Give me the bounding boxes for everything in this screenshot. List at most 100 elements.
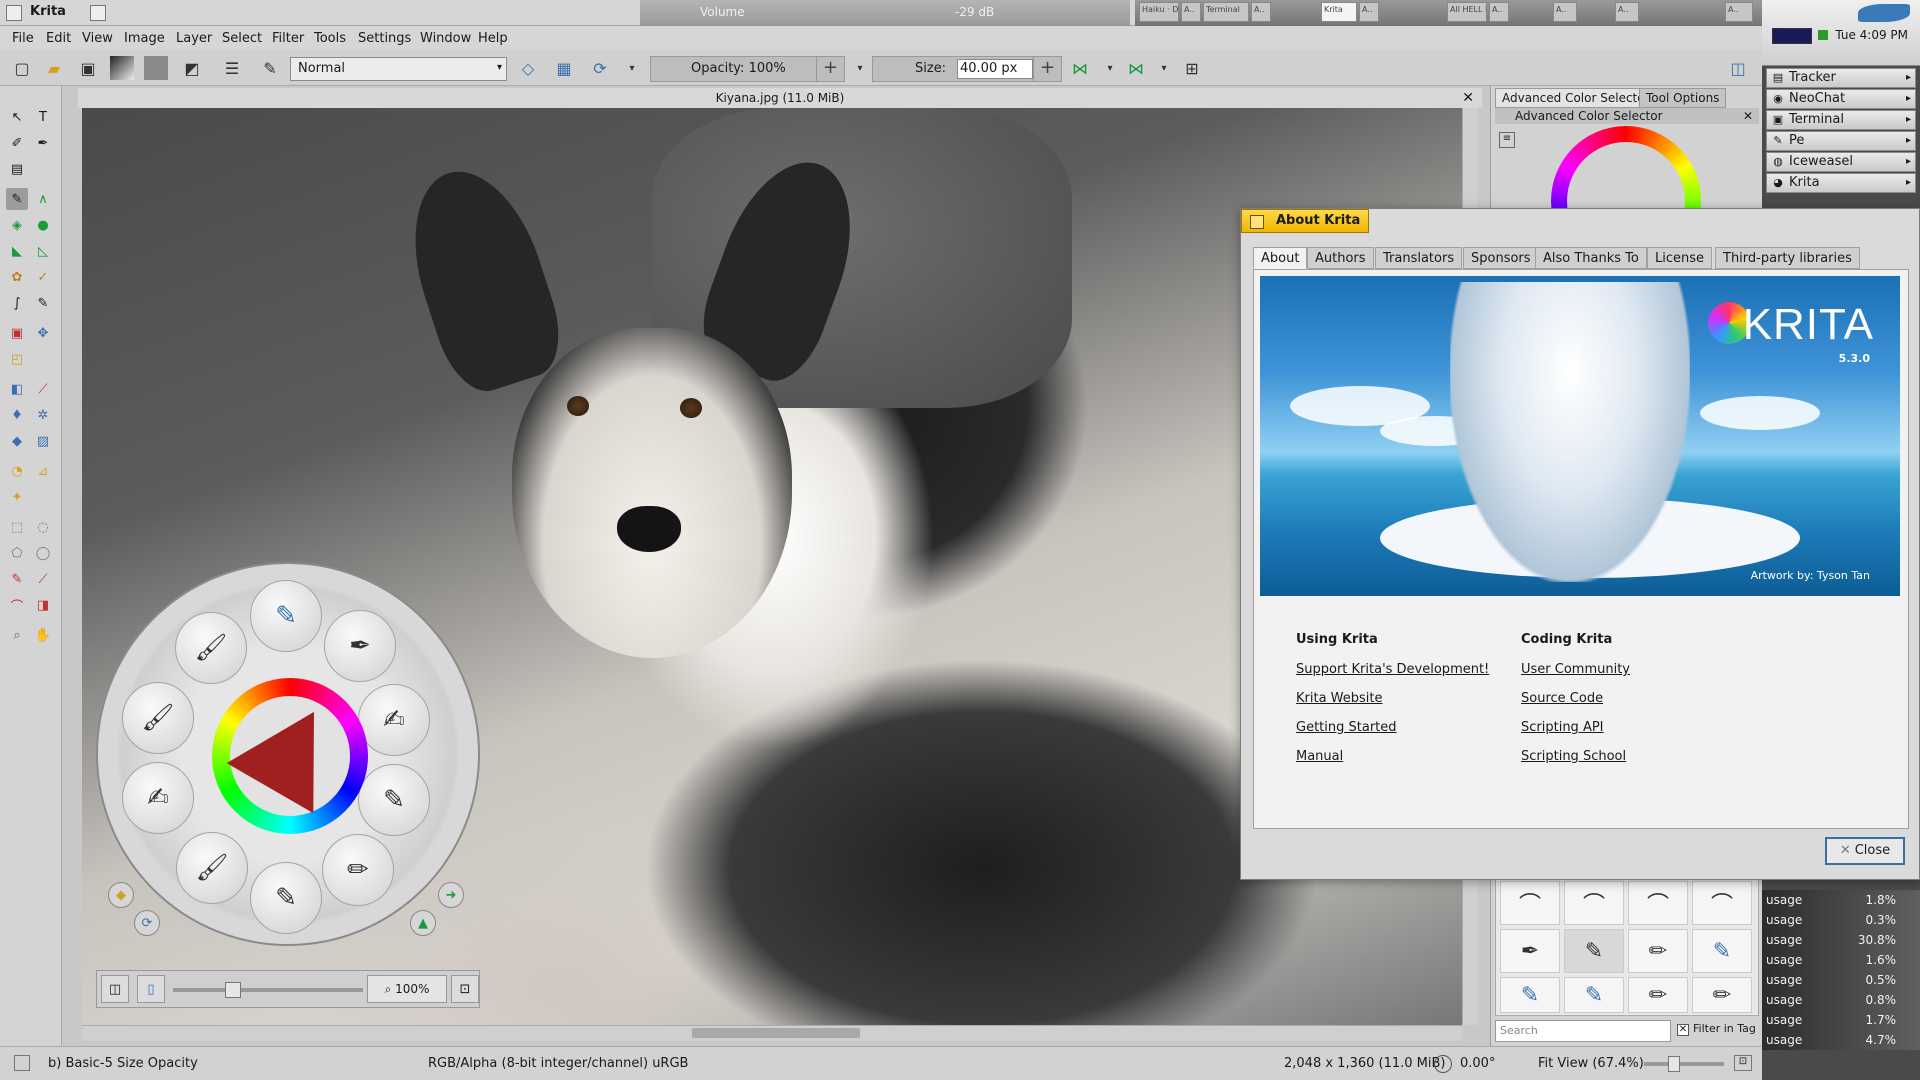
assistant-icon[interactable]: ▤: [6, 158, 28, 180]
scrollbar-thumb[interactable]: [692, 1028, 860, 1038]
color-swap-icon[interactable]: ◩: [180, 56, 204, 80]
new-document-icon[interactable]: ▢: [10, 56, 34, 80]
gradient-icon[interactable]: [110, 56, 134, 80]
workspace-icon[interactable]: ◫: [1726, 56, 1750, 80]
brush-preset[interactable]: ✒: [1500, 929, 1560, 973]
blend-mode-select[interactable]: Normal ▾: [290, 57, 507, 81]
tab-advanced-color-selector[interactable]: Advanced Color Selector: [1495, 88, 1657, 108]
zoom-slider-handle[interactable]: [1668, 1056, 1680, 1072]
freehand-select-icon[interactable]: ◯: [32, 542, 54, 564]
launcher-pe[interactable]: ✎ Pe ▸: [1766, 131, 1916, 151]
link-krita-website[interactable]: Krita Website: [1296, 691, 1383, 706]
smart-patch-icon[interactable]: ●: [32, 214, 54, 236]
brush-preset-slot[interactable]: 🖌: [175, 612, 247, 684]
menu-view[interactable]: View: [82, 31, 113, 46]
brush-preset-slot[interactable]: ✍: [358, 684, 430, 756]
leaf-logo-icon[interactable]: [1858, 4, 1910, 22]
freehand-path-icon[interactable]: ∫: [6, 292, 28, 314]
tag-icon[interactable]: ◆: [108, 882, 134, 908]
link-scripting-school[interactable]: Scripting School: [1521, 749, 1626, 764]
link-support-development[interactable]: Support Krita's Development!: [1296, 662, 1489, 677]
arrow-right-icon[interactable]: ➜: [438, 882, 464, 908]
magnetic-select-icon[interactable]: ◨: [32, 594, 54, 616]
reload-preset-icon[interactable]: ⟳: [588, 56, 612, 80]
polyline-icon[interactable]: ◺: [32, 240, 54, 262]
brush-search-input[interactable]: Search: [1495, 1020, 1671, 1042]
fit-view-icon[interactable]: ⊡: [451, 975, 479, 1003]
move-tool-icon[interactable]: ✥: [32, 322, 54, 344]
multibrush-icon[interactable]: ◈: [6, 214, 28, 236]
size-value[interactable]: 40.00 px: [957, 59, 1033, 79]
status-fit[interactable]: Fit View (67.4%): [1538, 1056, 1644, 1071]
tab-also-thanks[interactable]: Also Thanks To: [1535, 247, 1647, 269]
brush-preset[interactable]: ⌒: [1500, 881, 1560, 925]
tab-tool-options[interactable]: Tool Options: [1639, 88, 1727, 108]
filter-in-tag-checkbox[interactable]: ✕ Filter in Tag: [1677, 1022, 1756, 1036]
checkbox-icon[interactable]: ✕: [1677, 1024, 1689, 1036]
menu-edit[interactable]: Edit: [46, 31, 71, 46]
rotation-slider[interactable]: [173, 988, 363, 992]
selector-settings-icon[interactable]: ≡: [1499, 132, 1515, 148]
open-folder-icon[interactable]: ▰: [42, 56, 66, 80]
dynamic-brush-icon[interactable]: ∧: [32, 188, 54, 210]
close-docker-icon[interactable]: ✕: [1743, 108, 1753, 124]
task-item[interactable]: All HELL E: [1447, 2, 1487, 22]
mirror-vertical-icon[interactable]: ⋈: [1124, 56, 1148, 80]
menu-settings[interactable]: Settings: [358, 31, 411, 46]
task-item[interactable]: Haiku · De: [1139, 2, 1179, 22]
opacity-stepper[interactable]: +: [816, 57, 844, 81]
color-triangle[interactable]: [226, 686, 358, 814]
crop-icon[interactable]: ▣: [6, 322, 28, 344]
color-picker-icon[interactable]: ⟋: [32, 378, 54, 400]
rect-select-icon[interactable]: ⬚: [6, 516, 28, 538]
brush-preset-slot[interactable]: ✎: [250, 862, 322, 934]
horizontal-scrollbar[interactable]: [82, 1025, 1462, 1041]
close-button[interactable]: ✕ Close: [1825, 837, 1905, 865]
calligraphy-icon[interactable]: ✒: [32, 132, 54, 154]
launcher-terminal[interactable]: ▣ Terminal ▸: [1766, 110, 1916, 130]
brush-settings-icon[interactable]: ☰: [220, 56, 244, 80]
launcher-iceweasel[interactable]: ◍ Iceweasel ▸: [1766, 152, 1916, 172]
chevron-down-icon[interactable]: ▾: [1152, 56, 1176, 80]
menu-image[interactable]: Image: [124, 31, 165, 46]
launcher-tracker[interactable]: ▤ Tracker ▸: [1766, 68, 1916, 88]
brush-preset-slot[interactable]: 🖌: [122, 682, 194, 754]
status-rotation[interactable]: 0.00°: [1460, 1056, 1495, 1071]
menu-filter[interactable]: Filter: [272, 31, 304, 46]
brush-preset-slot[interactable]: ✎: [250, 580, 322, 652]
brush-preset[interactable]: ⌒: [1564, 881, 1624, 925]
brush-preset[interactable]: ✏: [1628, 977, 1688, 1013]
pan-hand-icon[interactable]: ✋: [32, 624, 54, 646]
window-zoom-icon[interactable]: [90, 5, 106, 21]
brush-preset-slot[interactable]: ✍: [122, 762, 194, 834]
edit-shapes-icon[interactable]: ✐: [6, 132, 28, 154]
rotation-icon[interactable]: [1434, 1055, 1452, 1073]
task-item-active[interactable]: Krita: [1321, 2, 1357, 22]
menu-window[interactable]: Window: [420, 31, 471, 46]
link-scripting-api[interactable]: Scripting API: [1521, 720, 1604, 735]
task-item[interactable]: A..: [1615, 2, 1639, 22]
size-stepper[interactable]: +: [1033, 57, 1061, 81]
link-user-community[interactable]: User Community: [1521, 662, 1630, 677]
chevron-down-icon[interactable]: ▾: [620, 56, 644, 80]
similar-select-icon[interactable]: ⟋: [32, 568, 54, 590]
task-item[interactable]: Terminal: [1203, 2, 1249, 22]
about-dialog-title[interactable]: About Krita: [1241, 209, 1369, 233]
tab-sponsors[interactable]: Sponsors: [1463, 247, 1539, 269]
bezier-tool-icon[interactable]: ✓: [32, 266, 54, 288]
tab-third-party[interactable]: Third-party libraries: [1715, 247, 1860, 269]
brush-preset-icon[interactable]: ✎: [258, 56, 282, 80]
contiguous-select-icon[interactable]: ✎: [6, 568, 28, 590]
wrap-around-icon[interactable]: ⊞: [1180, 56, 1204, 80]
assistant-tool-icon[interactable]: ◔: [6, 460, 28, 482]
network-icon[interactable]: [1818, 30, 1828, 40]
brush-preset[interactable]: ✎: [1564, 977, 1624, 1013]
dynamic-path-icon[interactable]: ✎: [32, 292, 54, 314]
brush-preset[interactable]: ✎: [1500, 977, 1560, 1013]
polygon-tool-icon[interactable]: ✿: [6, 266, 28, 288]
fill-tool-icon[interactable]: ♦: [6, 404, 28, 426]
close-document-icon[interactable]: ✕: [1462, 88, 1474, 108]
zoom-icon[interactable]: ⌕: [6, 624, 28, 646]
chevron-down-icon[interactable]: ▾: [1098, 56, 1122, 80]
link-getting-started[interactable]: Getting Started: [1296, 720, 1397, 735]
